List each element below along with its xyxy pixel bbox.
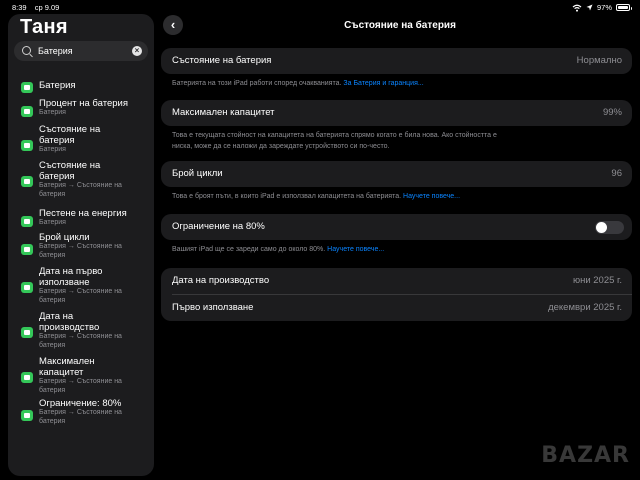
result-subtitle: Батерия	[39, 109, 66, 116]
chevron-left-icon: ‹	[170, 17, 176, 32]
battery-warranty-link[interactable]: За Батерия и гаранция...	[343, 80, 423, 87]
watermark-logo: BAZAR	[541, 443, 630, 468]
sidebar: Таня Батерия × Батерия Процент на батери…	[8, 14, 154, 476]
dates-group: Дата на производство юни 2025 г. Първо и…	[161, 268, 632, 321]
page-title: Състояние на батерия	[344, 20, 456, 31]
location-icon	[586, 4, 593, 11]
search-result[interactable]: Ограничение: 80% Батерия → Състояние на …	[8, 398, 154, 432]
result-title: Процент на батерия	[39, 98, 128, 109]
result-subtitle: Батерия → Състояние на батерия	[39, 409, 122, 425]
battery-settings-icon	[21, 106, 33, 117]
result-subtitle: Батерия → Състояние на батерия	[39, 182, 122, 198]
wifi-icon	[572, 4, 582, 12]
result-subtitle: Батерия → Състояние на батерия	[39, 243, 122, 259]
battery-settings-icon	[21, 176, 33, 187]
result-subtitle: Батерия → Състояние на батерия	[39, 288, 122, 304]
first-use-row: Първо използване декември 2025 г.	[161, 295, 632, 321]
clear-search-icon[interactable]: ×	[132, 46, 142, 56]
charge-limit-toggle[interactable]	[595, 221, 624, 234]
search-result[interactable]: Дата на първо използване Батерия → Състо…	[8, 266, 154, 304]
learn-more-link[interactable]: Научете повече...	[327, 246, 384, 253]
search-result[interactable]: Дата на производство Батерия → Състояние…	[8, 311, 154, 349]
cycle-count-label: Брой цикли	[172, 168, 223, 179]
search-input[interactable]: Батерия	[38, 46, 73, 56]
manufacture-date-row: Дата на производство юни 2025 г.	[161, 268, 632, 294]
charge-limit-label: Ограничение на 80%	[172, 221, 265, 232]
search-result[interactable]: Брой цикли Батерия → Състояние на батери…	[8, 232, 154, 266]
max-capacity-note-line: Това е текущата стойност на капацитета н…	[172, 132, 497, 139]
result-subtitle: Батерия	[39, 219, 66, 226]
result-title: Състояние на батерия	[39, 124, 101, 146]
search-result[interactable]: Максимален капацитет Батерия → Състояние…	[8, 356, 154, 394]
result-title: Дата на производство	[39, 311, 100, 333]
first-use-label: Първо използване	[172, 302, 254, 313]
result-subtitle: Батерия → Състояние на батерия	[39, 378, 122, 394]
max-capacity-value: 99%	[602, 107, 622, 118]
max-capacity-label: Максимален капацитет	[172, 107, 275, 118]
battery-settings-icon	[21, 372, 33, 383]
battery-settings-icon	[21, 327, 33, 338]
result-title: Батерия	[39, 80, 76, 91]
cycle-count-note-text: Това е броят пъти, в които iPad е използ…	[172, 193, 402, 200]
battery-icon	[616, 4, 632, 11]
max-capacity-note-line: ниска, може да се наложи да зареждате ус…	[172, 143, 390, 150]
cycle-count-value: 96	[611, 168, 622, 179]
status-time: 8:39	[12, 3, 27, 12]
result-title: Максимален капацитет	[39, 356, 95, 378]
manufacture-date-label: Дата на производство	[172, 275, 270, 286]
battery-settings-icon	[21, 216, 33, 227]
battery-settings-icon	[21, 282, 33, 293]
battery-health-value: Нормално	[576, 55, 622, 66]
search-field[interactable]: Батерия ×	[14, 41, 148, 61]
cycle-count-group: Брой цикли 96	[161, 161, 632, 187]
battery-settings-icon	[21, 140, 33, 151]
charge-limit-note: Вашият iPad ще се зареди само до около 8…	[172, 244, 612, 255]
status-date: ср 9.09	[34, 3, 60, 12]
result-title: Брой цикли	[39, 232, 90, 243]
learn-more-link[interactable]: Научете повече...	[403, 193, 460, 200]
battery-health-group: Състояние на батерия Нормално	[161, 48, 632, 74]
status-bar: 8:39 ср 9.09 97%	[0, 0, 640, 14]
result-title: Дата на първо използване	[39, 266, 103, 288]
result-title: Ограничение: 80%	[39, 398, 122, 409]
charge-limit-row: Ограничение на 80%	[161, 214, 632, 240]
sidebar-title: Таня	[20, 16, 68, 38]
battery-health-note: Батерията на този iPad работи според оча…	[172, 78, 612, 89]
result-title: Състояние на батерия	[39, 160, 101, 182]
search-result[interactable]: Състояние на батерия Батерия	[8, 124, 154, 158]
toggle-knob	[596, 222, 607, 233]
cycle-count-note: Това е броят пъти, в които iPad е използ…	[172, 191, 612, 202]
manufacture-date-value: юни 2025 г.	[572, 275, 622, 286]
battery-health-label: Състояние на батерия	[172, 55, 272, 66]
battery-settings-icon	[21, 244, 33, 255]
max-capacity-note: Това е текущата стойност на капацитета н…	[172, 130, 612, 152]
charge-limit-group: Ограничение на 80%	[161, 214, 632, 240]
result-subtitle: Батерия	[39, 146, 66, 153]
charge-limit-note-text: Вашият iPad ще се зареди само до около 8…	[172, 246, 326, 253]
result-title: Пестене на енергия	[39, 208, 127, 219]
max-capacity-row: Максимален капацитет 99%	[161, 100, 632, 126]
battery-percent: 97%	[596, 3, 612, 12]
battery-settings-icon	[21, 82, 33, 93]
battery-health-note-text: Батерията на този iPad работи според оча…	[172, 80, 342, 87]
search-icon	[22, 46, 31, 55]
back-button[interactable]: ‹	[163, 15, 183, 35]
search-result[interactable]: Състояние на батерия Батерия → Състояние…	[8, 160, 154, 198]
cycle-count-row: Брой цикли 96	[161, 161, 632, 187]
first-use-value: декември 2025 г.	[548, 302, 622, 313]
max-capacity-group: Максимален капацитет 99%	[161, 100, 632, 126]
battery-settings-icon	[21, 410, 33, 421]
battery-health-row[interactable]: Състояние на батерия Нормално	[161, 48, 632, 74]
result-subtitle: Батерия → Състояние на батерия	[39, 333, 122, 349]
